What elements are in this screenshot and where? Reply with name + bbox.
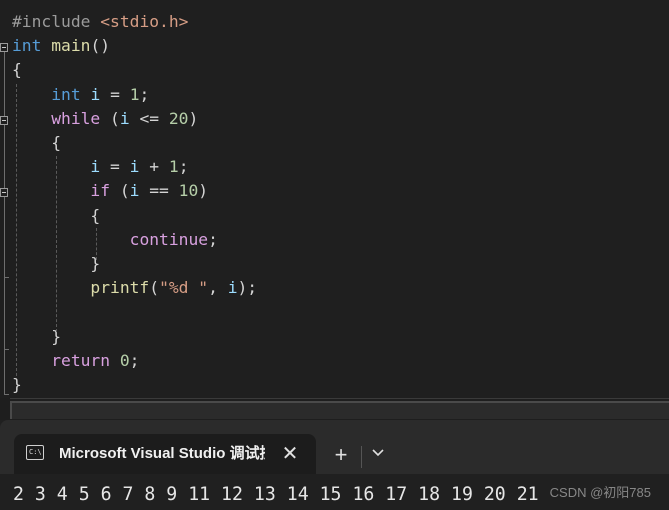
code-line[interactable]: while (i <= 20) (12, 107, 198, 131)
plus-icon[interactable]: + (327, 442, 355, 470)
code-token: continue (129, 229, 209, 249)
console-icon: C:\ (26, 445, 44, 460)
code-line[interactable]: if (i == 10) (12, 179, 208, 203)
code-token: ; (139, 84, 150, 104)
code-token: 0 (119, 350, 130, 370)
code-token: 1 (129, 84, 140, 104)
code-token: ) (198, 181, 209, 201)
code-token: <stdio.h> (100, 12, 189, 31)
code-token: ( (110, 181, 130, 201)
code-token: int (12, 36, 42, 56)
code-token: i (129, 181, 140, 201)
code-line[interactable]: { (12, 131, 61, 155)
code-line[interactable]: } (12, 373, 22, 397)
outline-line (4, 52, 5, 116)
watermark: CSDN @初阳785 (549, 485, 651, 500)
outline-line (4, 197, 5, 277)
code-token: ); (237, 278, 258, 298)
code-line[interactable]: #include <stdio.h> (12, 10, 188, 34)
horizontal-scrollbar[interactable] (10, 398, 669, 421)
code-token: #include (12, 12, 101, 31)
chevron-down-icon[interactable] (366, 440, 390, 468)
console-icon-label: C:\ (29, 448, 42, 456)
outline-line (4, 349, 5, 394)
code-token: ( (149, 278, 160, 298)
code-token: ; (129, 350, 140, 370)
code-token: return (51, 350, 111, 370)
code-token: printf (90, 278, 150, 298)
code-token: = (100, 84, 130, 104)
code-token: { (12, 60, 22, 80)
outline-line (4, 125, 5, 188)
code-token: 10 (178, 181, 199, 201)
code-token: while (51, 108, 101, 128)
code-token: ; (178, 157, 189, 177)
indent-guide (16, 84, 17, 376)
console-output: 2 3 4 5 6 7 8 9 11 12 13 14 15 16 17 18 … (13, 484, 539, 505)
code-token: 1 (168, 157, 179, 177)
code-line[interactable]: int i = 1; (12, 83, 149, 107)
code-token: ) (188, 108, 199, 128)
code-token: , (208, 278, 228, 298)
collapse-icon[interactable] (0, 188, 8, 197)
code-token: if (90, 181, 111, 201)
code-line[interactable]: printf("%d ", i); (12, 276, 257, 300)
collapse-icon[interactable] (0, 43, 8, 52)
code-line[interactable]: return 0; (12, 349, 139, 373)
code-token: + (139, 157, 169, 177)
terminal-window: C:\ Microsoft Visual Studio 调试控制台 ✕ + 2 … (0, 420, 669, 510)
code-line[interactable]: { (12, 58, 22, 82)
code-token: i (129, 157, 140, 177)
collapse-icon[interactable] (0, 116, 8, 125)
scrollbar-thumb[interactable] (10, 401, 669, 419)
code-token: <= (129, 108, 169, 128)
code-token: i (119, 108, 130, 128)
code-token: "%d " (159, 278, 209, 298)
code-line[interactable]: i = i + 1; (12, 155, 189, 179)
code-token: i (227, 278, 238, 298)
code-token: == (139, 181, 179, 201)
divider (361, 446, 362, 468)
tab-debug-console[interactable]: C:\ Microsoft Visual Studio 调试控制台 ✕ (14, 434, 316, 474)
code-token: i (90, 84, 101, 104)
code-token: ( (100, 108, 120, 128)
outline-tick (4, 394, 9, 395)
code-token: 20 (168, 108, 189, 128)
code-token: ; (208, 229, 218, 249)
close-icon[interactable]: ✕ (278, 442, 302, 466)
outline-line (4, 277, 5, 349)
indent-guide (56, 156, 57, 332)
code-line[interactable]: } (12, 325, 61, 349)
code-token: main (51, 36, 91, 56)
code-token: { (12, 133, 62, 152)
tab-strip: C:\ Microsoft Visual Studio 调试控制台 ✕ + (0, 420, 669, 474)
code-token: } (12, 326, 62, 346)
indent-guide (96, 228, 97, 260)
code-token: i (90, 157, 101, 177)
code-token: } (12, 375, 22, 394)
code-token: = (100, 157, 130, 177)
tab-title: Microsoft Visual Studio 调试控制台 (59, 445, 265, 462)
code-token: () (90, 36, 111, 56)
code-editor[interactable]: #include <stdio.h> int main(){ int i = 1;… (0, 0, 669, 398)
code-line[interactable]: int main() (12, 34, 110, 58)
code-line[interactable]: continue; (12, 228, 218, 252)
code-token: int (51, 84, 81, 104)
